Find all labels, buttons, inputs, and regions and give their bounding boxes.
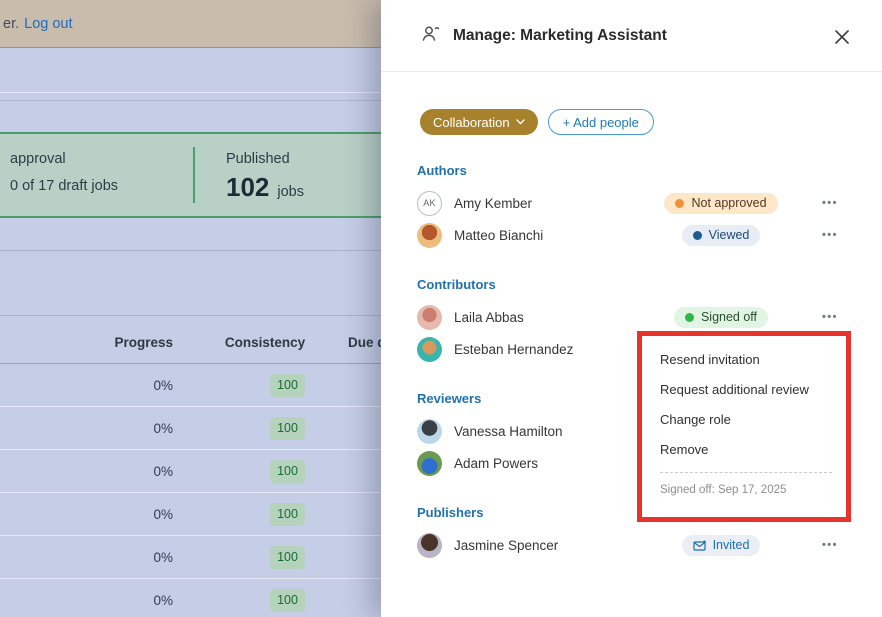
stat-value: 0 of 17 draft jobs bbox=[10, 178, 118, 194]
add-people-label: + Add people bbox=[563, 115, 639, 130]
member-row-jasmine-spencer: Jasmine Spencer Invited ••• bbox=[417, 529, 842, 561]
stat-label: approval bbox=[10, 151, 118, 167]
avatar bbox=[417, 337, 442, 362]
menu-item-change-role[interactable]: Change role bbox=[660, 405, 832, 435]
avatar bbox=[417, 451, 442, 476]
member-row-amy-kember: AK Amy Kember Not approved ••• bbox=[417, 187, 842, 219]
context-menu-annotation-highlight: Resend invitation Request additional rev… bbox=[637, 331, 851, 522]
avatar bbox=[417, 305, 442, 330]
row-menu-icon[interactable]: ••• bbox=[796, 229, 842, 241]
collaboration-label: Collaboration bbox=[433, 115, 510, 130]
avatar: AK bbox=[417, 191, 442, 216]
avatar bbox=[417, 533, 442, 558]
close-icon[interactable] bbox=[828, 23, 856, 51]
member-name: Laila Abbas bbox=[454, 310, 646, 325]
stat-published: Published 102 jobs bbox=[226, 151, 304, 203]
logout-link[interactable]: Log out bbox=[24, 16, 72, 32]
panel-toolbar: Collaboration + Add people bbox=[381, 72, 882, 135]
status-dot-icon bbox=[693, 231, 702, 240]
member-name: Jasmine Spencer bbox=[454, 538, 646, 553]
stat-unit: jobs bbox=[277, 184, 304, 200]
row-menu-icon[interactable]: ••• bbox=[796, 311, 842, 323]
column-header-progress[interactable]: Progress bbox=[0, 328, 173, 358]
progress-cell: 0% bbox=[0, 407, 173, 450]
status-dot-icon bbox=[685, 313, 694, 322]
member-name: Adam Powers bbox=[454, 456, 646, 471]
topbar-text-fragment: er. bbox=[3, 16, 19, 32]
panel-title: Manage: Marketing Assistant bbox=[453, 27, 667, 45]
stat-draft-approval: approval 0 of 17 draft jobs bbox=[10, 151, 118, 194]
add-people-button[interactable]: + Add people bbox=[548, 109, 654, 135]
collaboration-dropdown[interactable]: Collaboration bbox=[420, 109, 538, 135]
section-heading: Authors bbox=[417, 163, 842, 181]
section-heading: Contributors bbox=[417, 277, 842, 295]
consistency-badge: 100 bbox=[270, 589, 305, 612]
consistency-badge: 100 bbox=[270, 460, 305, 483]
consistency-badge: 100 bbox=[270, 503, 305, 526]
status-badge: Viewed bbox=[682, 225, 761, 246]
member-name: Vanessa Hamilton bbox=[454, 424, 646, 439]
stat-divider bbox=[193, 147, 195, 203]
member-name: Amy Kember bbox=[454, 196, 646, 211]
stat-label: Published bbox=[226, 151, 304, 167]
status-badge: Invited bbox=[682, 535, 761, 556]
progress-cell: 0% bbox=[0, 364, 173, 407]
row-menu-icon[interactable]: ••• bbox=[796, 539, 842, 551]
consistency-badge: 100 bbox=[270, 417, 305, 440]
menu-item-resend-invitation[interactable]: Resend invitation bbox=[660, 345, 832, 375]
member-name: Matteo Bianchi bbox=[454, 228, 646, 243]
menu-divider bbox=[660, 472, 832, 473]
status-badge: Signed off bbox=[674, 307, 768, 328]
section-authors: Authors AK Amy Kember Not approved ••• M… bbox=[417, 163, 842, 251]
progress-cell: 0% bbox=[0, 450, 173, 493]
column-header-consistency[interactable]: Consistency bbox=[185, 328, 345, 358]
panel-header: Manage: Marketing Assistant bbox=[381, 0, 882, 72]
avatar bbox=[417, 419, 442, 444]
invited-envelope-icon bbox=[693, 540, 706, 551]
member-row-laila-abbas: Laila Abbas Signed off ••• bbox=[417, 301, 842, 333]
status-badge: Not approved bbox=[664, 193, 777, 214]
column-header-due-date[interactable]: Due d bbox=[348, 328, 386, 358]
progress-cell: 0% bbox=[0, 493, 173, 536]
avatar bbox=[417, 223, 442, 248]
consistency-badge: 100 bbox=[270, 546, 305, 569]
manage-people-icon bbox=[421, 24, 440, 48]
stat-number: 102 bbox=[226, 172, 269, 203]
member-row-matteo-bianchi: Matteo Bianchi Viewed ••• bbox=[417, 219, 842, 251]
menu-item-request-additional-review[interactable]: Request additional review bbox=[660, 375, 832, 405]
row-menu-icon[interactable]: ••• bbox=[796, 197, 842, 209]
member-name: Esteban Hernandez bbox=[454, 342, 646, 357]
menu-signed-off-date: Signed off: Sep 17, 2025 bbox=[660, 484, 832, 496]
chevron-down-icon bbox=[516, 119, 525, 125]
consistency-badge: 100 bbox=[270, 374, 305, 397]
manage-panel: Manage: Marketing Assistant Collaboratio… bbox=[381, 0, 882, 617]
progress-cell: 0% bbox=[0, 536, 173, 579]
screen: er. Log out approval 0 of 17 draft jobs … bbox=[0, 0, 882, 617]
progress-cell: 0% bbox=[0, 579, 173, 617]
status-dot-icon bbox=[675, 199, 684, 208]
menu-item-remove[interactable]: Remove bbox=[660, 435, 832, 465]
